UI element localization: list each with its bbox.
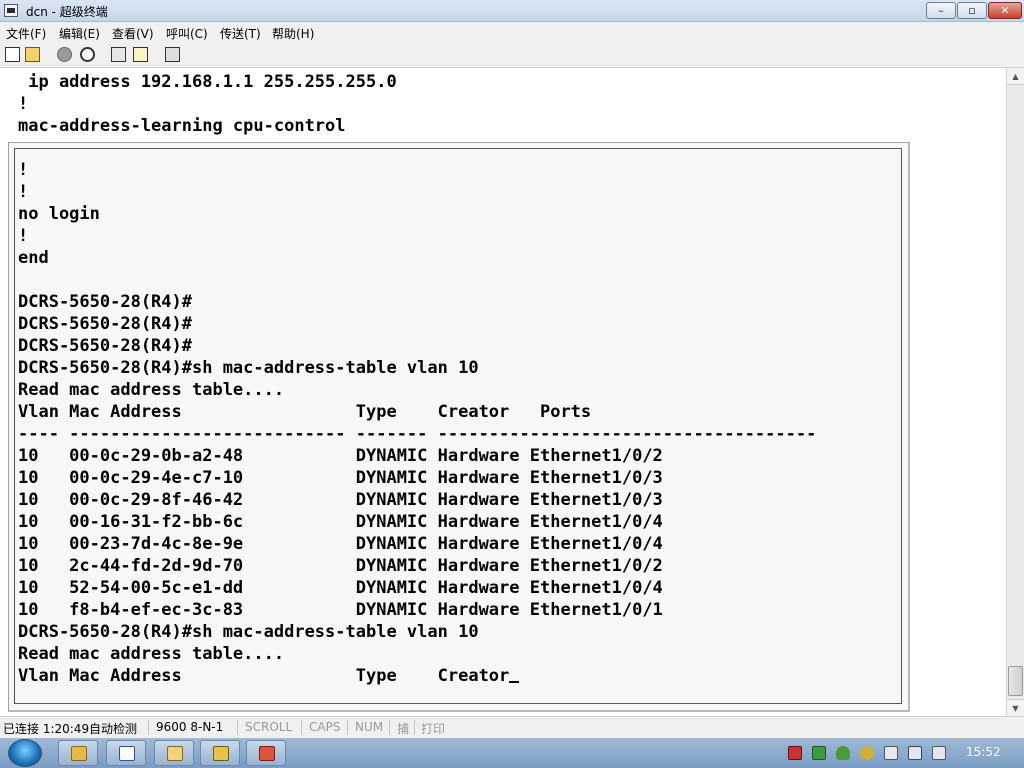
properties-icon[interactable] [165, 47, 180, 62]
menu-call[interactable]: 呼叫(C) [166, 25, 208, 42]
terminal-line: no login [18, 204, 100, 224]
taskbar-clock[interactable]: 15:52 [966, 745, 1001, 759]
open-icon[interactable] [25, 47, 40, 62]
title-bar: dcn - 超级终端 – ▫ ✕ [0, 0, 1024, 22]
new-icon[interactable] [5, 47, 20, 62]
terminal-line: ! [18, 226, 29, 246]
status-separator [301, 720, 302, 735]
scrollbar-thumb[interactable] [1008, 666, 1023, 696]
terminal-line-text: Vlan Mac Address Type Creator [18, 666, 510, 686]
terminal-line: DCRS-5650-28(R4)#sh mac-address-table vl… [18, 622, 479, 642]
terminal-line: 10 f8-b4-ef-ec-3c-83 DYNAMIC Hardware Et… [18, 600, 663, 620]
taskbar-folder-button[interactable] [58, 740, 98, 766]
send-icon[interactable] [111, 47, 126, 62]
tools-icon [213, 746, 229, 761]
status-separator [389, 720, 390, 735]
terminal-prompt-line: Vlan Mac Address Type Creator [18, 665, 520, 687]
connection-time: 已连接 1:20:49 [3, 722, 90, 736]
scroll-down-arrow-icon[interactable]: ▼ [1007, 699, 1024, 716]
taskbar-explorer-button[interactable] [154, 740, 194, 766]
text-cursor [509, 681, 520, 683]
caps-indicator: CAPS [309, 720, 341, 734]
vertical-scrollbar[interactable]: ▲ ▼ [1006, 68, 1024, 716]
terminal-line: Vlan Mac Address Type Creator Ports [18, 402, 592, 422]
folder-icon [71, 746, 87, 761]
flag-icon[interactable] [908, 746, 922, 760]
scroll-up-arrow-icon[interactable]: ▲ [1007, 68, 1024, 85]
tray-app-icon[interactable] [788, 746, 802, 760]
menu-edit[interactable]: 编辑(E) [59, 25, 100, 42]
terminal-line: 10 2c-44-fd-2d-9d-70 DYNAMIC Hardware Et… [18, 556, 663, 576]
status-separator [414, 720, 415, 735]
terminal-line: 10 52-54-00-5c-e1-dd DYNAMIC Hardware Et… [18, 578, 663, 598]
toolbar [0, 42, 1024, 68]
usb-device-icon[interactable] [884, 746, 898, 760]
capture-indicator: 捕 [397, 722, 410, 736]
menu-view[interactable]: 查看(V) [112, 25, 154, 42]
menu-transfer[interactable]: 传送(T) [220, 25, 261, 42]
window-title: dcn - 超级终端 [26, 5, 108, 19]
status-bar: 已连接 1:20:49 自动检测 9600 8-N-1 SCROLL CAPS … [0, 716, 1024, 738]
taskbar-terminal-button[interactable] [246, 740, 286, 766]
scroll-indicator: SCROLL [245, 720, 293, 734]
shield-icon[interactable] [836, 746, 850, 760]
print-indicator: 打印 [421, 722, 446, 736]
hyperterminal-app-icon[interactable] [4, 4, 18, 17]
terminal-line: Read mac address table.... [18, 644, 285, 664]
terminal-line: 10 00-0c-29-4e-c7-10 DYNAMIC Hardware Et… [18, 468, 663, 488]
explorer-icon [167, 746, 183, 761]
terminal-line: 10 00-23-7d-4c-8e-9e DYNAMIC Hardware Et… [18, 534, 663, 554]
start-orb-icon[interactable] [8, 739, 42, 767]
status-separator [237, 720, 238, 735]
terminal-line: ! [18, 94, 29, 114]
menu-bar: 文件(F) 编辑(E) 查看(V) 呼叫(C) 传送(T) 帮助(H) [0, 22, 1024, 42]
terminal-line: 10 00-0c-29-8f-46-42 DYNAMIC Hardware Et… [18, 490, 663, 510]
maximize-button[interactable]: ▫ [957, 2, 987, 19]
taskbar-word-button[interactable] [106, 740, 146, 766]
port-settings: 9600 8-N-1 [156, 720, 224, 734]
taskbar-tools-button[interactable] [200, 740, 240, 766]
disconnect-icon[interactable] [57, 47, 72, 62]
terminal-line: ---- --------------------------- -------… [18, 424, 817, 444]
terminal-line: 10 00-0c-29-0b-a2-48 DYNAMIC Hardware Et… [18, 446, 663, 466]
word-icon [119, 746, 135, 761]
menu-file[interactable]: 文件(F) [6, 25, 46, 42]
terminal-line: 10 00-16-31-f2-bb-6c DYNAMIC Hardware Et… [18, 512, 663, 532]
network-icon[interactable] [860, 746, 874, 760]
terminal-line: DCRS-5650-28(R4)# [18, 336, 192, 356]
terminal-line: DCRS-5650-28(R4)# [18, 314, 192, 334]
terminal-line: ! [18, 182, 29, 202]
volume-icon[interactable] [932, 746, 946, 760]
num-indicator: NUM [355, 720, 384, 734]
status-separator [347, 720, 348, 735]
minimize-button[interactable]: – [926, 2, 956, 19]
menu-help[interactable]: 帮助(H) [272, 25, 314, 42]
terminal-line: Read mac address table.... [18, 380, 285, 400]
terminal-line: ip address 192.168.1.1 255.255.255.0 [18, 72, 397, 92]
tray-status-icon[interactable] [812, 746, 826, 760]
auto-detect-status: 自动检测 [89, 722, 138, 736]
terminal-line: DCRS-5650-28(R4)#sh mac-address-table vl… [18, 358, 479, 378]
terminal-line: DCRS-5650-28(R4)# [18, 292, 192, 312]
terminal-app-icon [259, 746, 275, 761]
terminal-line: end [18, 248, 49, 268]
taskbar: 15:52 [0, 738, 1024, 768]
close-button[interactable]: ✕ [988, 2, 1022, 19]
terminal-line: ! [18, 160, 29, 180]
terminal-line: mac-address-learning cpu-control [18, 116, 346, 136]
receive-icon[interactable] [133, 47, 148, 62]
call-icon[interactable] [80, 47, 95, 62]
status-separator [148, 720, 149, 735]
